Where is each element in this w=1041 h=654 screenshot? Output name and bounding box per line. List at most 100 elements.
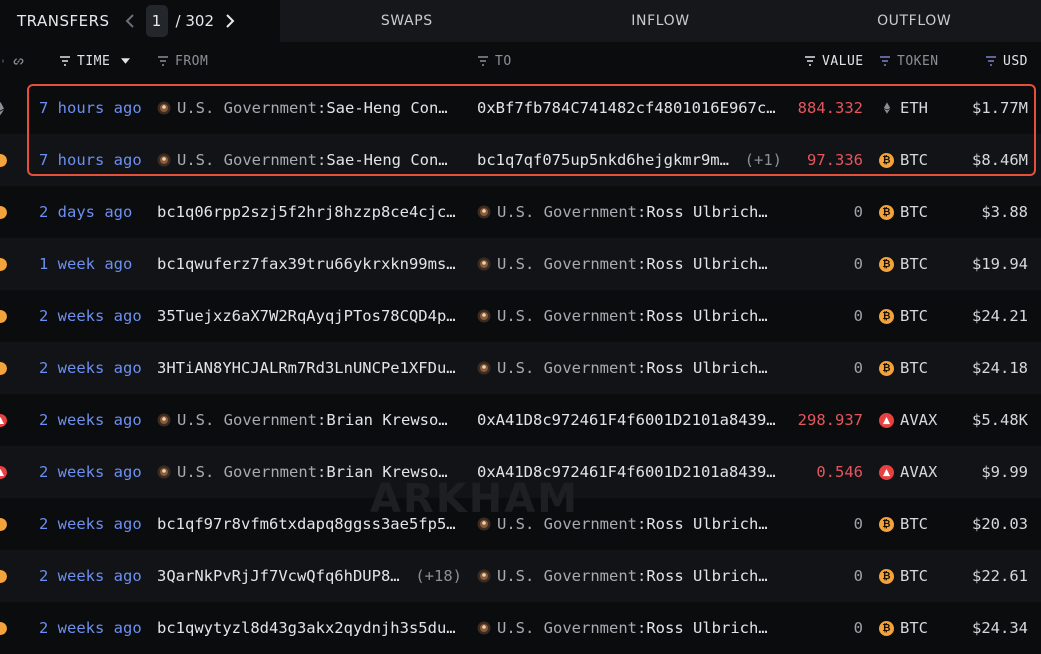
from-address[interactable]: bc1qwuferz7fax39tru66ykrxkn99ms… bbox=[157, 255, 456, 273]
to-address[interactable]: 0xBf7fb784C741482cf4801016E967c… bbox=[477, 99, 776, 117]
us-seal-icon bbox=[157, 153, 171, 167]
value-column-label: VALUE bbox=[822, 53, 864, 69]
to-entity-label[interactable]: Ross Ulbrich… bbox=[646, 515, 767, 533]
from-entity-name[interactable]: U.S. Government bbox=[177, 411, 317, 429]
to-entity-label[interactable]: Ross Ulbrich… bbox=[646, 255, 767, 273]
from-entity-label[interactable]: Brian Krewso… bbox=[326, 411, 447, 429]
usd-column-header[interactable]: USD bbox=[985, 44, 1028, 78]
bitcoin-icon bbox=[0, 205, 7, 219]
current-page-input[interactable]: 1 bbox=[145, 5, 168, 37]
to-entity-name[interactable]: U.S. Government bbox=[497, 359, 637, 377]
to-entity-name[interactable]: U.S. Government bbox=[497, 567, 637, 585]
token-cell[interactable]: ₿ BTC bbox=[879, 238, 928, 290]
token-cell[interactable]: ETH bbox=[879, 82, 928, 134]
table-row[interactable]: 2 weeks ago 3HTiAN8YHCJALRm7Rd3LnUNCPe1XF… bbox=[0, 342, 1041, 394]
from-entity-label[interactable]: Brian Krewso… bbox=[326, 463, 447, 481]
table-row[interactable]: 2 days ago bc1q06rpp2szj5f2hrj8hzzp8ce4cj… bbox=[0, 186, 1041, 238]
from-cell: 3QarNkPvRjJf7VcwQfq6hDUP81… (+18) bbox=[157, 550, 462, 602]
to-entity-name[interactable]: U.S. Government bbox=[497, 619, 637, 637]
usd-cell: $1.77M bbox=[972, 99, 1028, 117]
table-row[interactable]: 2 weeks ago U.S. Government: Brian Krewso… bbox=[0, 446, 1041, 498]
table-row[interactable]: 7 hours ago U.S. Government: Sae-Heng Con… bbox=[0, 82, 1041, 134]
token-column-header[interactable]: TOKEN bbox=[879, 44, 939, 78]
bitcoin-icon: ₿ bbox=[879, 204, 894, 220]
token-cell[interactable]: ₿ BTC bbox=[879, 186, 928, 238]
table-row[interactable]: 1 week ago bc1qwuferz7fax39tru66ykrxkn99m… bbox=[0, 238, 1041, 290]
ethereum-icon bbox=[0, 101, 4, 115]
link-column-header[interactable] bbox=[0, 44, 25, 78]
to-column-header[interactable]: TO bbox=[477, 44, 512, 78]
token-cell[interactable]: AVAX bbox=[879, 394, 937, 446]
time-cell[interactable]: 7 hours ago bbox=[39, 134, 142, 186]
from-address[interactable]: bc1qwytyzl8d43g3akx2qydnjh3s5du… bbox=[157, 619, 456, 637]
chain-cell bbox=[0, 394, 14, 446]
token-cell[interactable]: AVAX bbox=[879, 446, 937, 498]
value-column-header[interactable]: VALUE bbox=[804, 44, 864, 78]
from-address[interactable]: 3QarNkPvRjJf7VcwQfq6hDUP81… bbox=[157, 567, 407, 585]
token-cell[interactable]: ₿ BTC bbox=[879, 342, 928, 394]
to-cell: U.S. Government: Ross Ulbrich… bbox=[477, 238, 782, 290]
from-cell: U.S. Government: Sae-Heng Con… bbox=[157, 134, 462, 186]
to-address[interactable]: 0xA41D8c972461F4f6001D2101a8439… bbox=[477, 411, 776, 429]
time-cell[interactable]: 2 weeks ago bbox=[39, 394, 142, 446]
to-entity-label[interactable]: Ross Ulbrich… bbox=[646, 567, 767, 585]
from-entity-label[interactable]: Sae-Heng Con… bbox=[326, 99, 447, 117]
time-cell[interactable]: 2 days ago bbox=[39, 186, 132, 238]
token-cell[interactable]: ₿ BTC bbox=[879, 134, 928, 186]
tab-inflow[interactable]: INFLOW bbox=[533, 0, 788, 42]
from-entity-name[interactable]: U.S. Government bbox=[177, 463, 317, 481]
time-cell[interactable]: 2 weeks ago bbox=[39, 290, 142, 342]
table-row[interactable]: 2 weeks ago 35Tuejxz6aX7W2RqAyqjPTos78CQD… bbox=[0, 290, 1041, 342]
token-cell[interactable]: ₿ BTC bbox=[879, 602, 928, 654]
table-row[interactable]: 2 weeks ago 3QarNkPvRjJf7VcwQfq6hDUP81… (+… bbox=[0, 550, 1041, 602]
table-row[interactable]: 7 hours ago U.S. Government: Sae-Heng Con… bbox=[0, 134, 1041, 186]
token-cell[interactable]: ₿ BTC bbox=[879, 550, 928, 602]
time-cell[interactable]: 2 weeks ago bbox=[39, 602, 142, 654]
to-address[interactable]: bc1q7qf075up5nkd6hejgkmr9ms… bbox=[477, 151, 737, 169]
to-entity-name[interactable]: U.S. Government bbox=[497, 307, 637, 325]
us-seal-icon bbox=[477, 621, 491, 635]
from-address[interactable]: 35Tuejxz6aX7W2RqAyqjPTos78CQD4p… bbox=[157, 307, 456, 325]
page-total: / 302 bbox=[175, 12, 214, 30]
tab-swaps[interactable]: SWAPS bbox=[280, 0, 534, 42]
token-cell[interactable]: ₿ BTC bbox=[879, 290, 928, 342]
us-seal-icon bbox=[157, 101, 171, 115]
to-entity-name[interactable]: U.S. Government bbox=[497, 203, 637, 221]
table-row[interactable]: 2 weeks ago bc1qwytyzl8d43g3akx2qydnjh3s5… bbox=[0, 602, 1041, 654]
from-column-header[interactable]: FROM bbox=[157, 44, 208, 78]
from-entity-label[interactable]: Sae-Heng Con… bbox=[326, 151, 447, 169]
from-entity-name[interactable]: U.S. Government bbox=[177, 99, 317, 117]
us-seal-icon bbox=[477, 361, 491, 375]
time-cell[interactable]: 2 weeks ago bbox=[39, 498, 142, 550]
token-cell[interactable]: ₿ BTC bbox=[879, 498, 928, 550]
prev-page-button[interactable] bbox=[122, 10, 138, 32]
next-page-button[interactable] bbox=[222, 10, 238, 32]
to-entity-label[interactable]: Ross Ulbrich… bbox=[646, 619, 767, 637]
to-entity-label[interactable]: Ross Ulbrich… bbox=[646, 359, 767, 377]
time-column-header[interactable]: TIME bbox=[59, 44, 131, 78]
avalanche-icon bbox=[879, 412, 894, 428]
to-address[interactable]: 0xA41D8c972461F4f6001D2101a8439… bbox=[477, 463, 776, 481]
value-cell: 0 bbox=[853, 567, 863, 585]
from-address[interactable]: 3HTiAN8YHCJALRm7Rd3LnUNCPe1XFDu… bbox=[157, 359, 456, 377]
tab-outflow[interactable]: OUTFLOW bbox=[787, 0, 1041, 42]
usd-cell: $20.03 bbox=[972, 515, 1028, 533]
to-entity-name[interactable]: U.S. Government bbox=[497, 515, 637, 533]
chain-cell bbox=[0, 602, 14, 654]
from-address[interactable]: bc1q06rpp2szj5f2hrj8hzzp8ce4cjc… bbox=[157, 203, 456, 221]
time-cell[interactable]: 2 weeks ago bbox=[39, 446, 142, 498]
to-entity-label[interactable]: Ross Ulbrich… bbox=[646, 307, 767, 325]
from-address[interactable]: bc1qf97r8vfm6txdapq8ggss3ae5fp5… bbox=[157, 515, 456, 533]
table-row[interactable]: 2 weeks ago U.S. Government: Brian Krewso… bbox=[0, 394, 1041, 446]
to-entity-name[interactable]: U.S. Government bbox=[497, 255, 637, 273]
table-row[interactable]: 2 weeks ago bc1qf97r8vfm6txdapq8ggss3ae5f… bbox=[0, 498, 1041, 550]
time-cell[interactable]: 1 week ago bbox=[39, 238, 132, 290]
to-entity-label[interactable]: Ross Ulbrich… bbox=[646, 203, 767, 221]
tab-transfers[interactable]: TRANSFERS 1 / 302 bbox=[0, 0, 280, 42]
chain-cell bbox=[0, 186, 14, 238]
time-cell[interactable]: 2 weeks ago bbox=[39, 342, 142, 394]
time-cell[interactable]: 7 hours ago bbox=[39, 82, 142, 134]
from-entity-name[interactable]: U.S. Government bbox=[177, 151, 317, 169]
usd-cell: $24.18 bbox=[972, 359, 1028, 377]
time-cell[interactable]: 2 weeks ago bbox=[39, 550, 142, 602]
